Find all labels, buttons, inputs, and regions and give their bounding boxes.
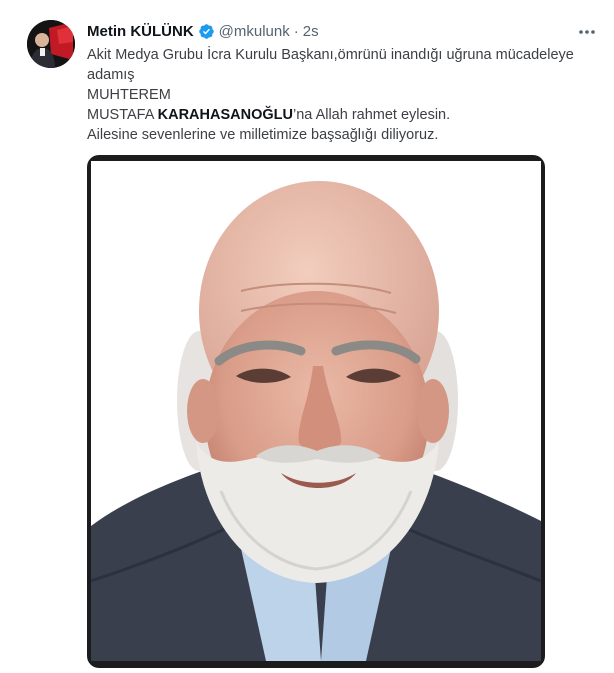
tweet-text-line: Akit Medya Grubu İcra Kurulu Başkanı,ömr…	[87, 47, 574, 83]
tweet[interactable]: Metin KÜLÜNK @mkulunk · 2s Akit Medya Gr…	[0, 0, 614, 673]
tweet-media[interactable]	[87, 155, 545, 668]
tweet-text-line: Ailesine sevenlerine ve milletimize başs…	[87, 127, 439, 143]
tweet-timestamp[interactable]: 2s	[303, 23, 319, 40]
display-name[interactable]: Metin KÜLÜNK	[87, 23, 194, 40]
tweet-text-line: MUHTEREM	[87, 87, 171, 103]
name-prefix: MUSTAFA	[87, 107, 158, 123]
tweet-header: Metin KÜLÜNK @mkulunk · 2s	[87, 21, 319, 41]
separator-dot: ·	[293, 22, 299, 40]
portrait-photo	[91, 161, 541, 661]
avatar[interactable]	[27, 20, 75, 68]
name-suffix: ’na Allah rahmet eylesin.	[292, 107, 451, 123]
avatar-image	[27, 20, 75, 68]
surname-bold: KARAHASANOĞLU	[157, 107, 293, 123]
tweet-text: Akit Medya Grubu İcra Kurulu Başkanı,ömr…	[87, 45, 607, 145]
tweet-text-line: MUSTAFA KARAHASANOĞLU’na Allah rahmet ey…	[87, 105, 607, 125]
user-handle[interactable]: @mkulunk	[219, 23, 290, 40]
more-options-icon[interactable]	[576, 22, 598, 42]
verified-badge-icon	[198, 23, 215, 40]
